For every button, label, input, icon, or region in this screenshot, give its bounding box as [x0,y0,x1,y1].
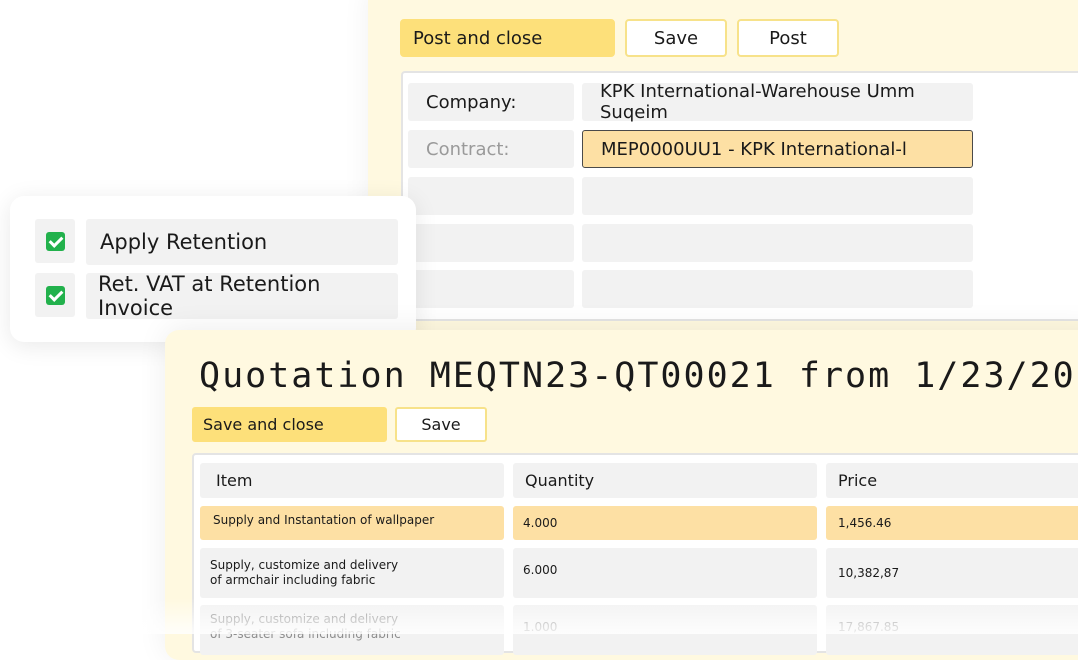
item-text-line2: of armchair including fabric [210,573,376,587]
post-and-close-button[interactable]: Post and close [400,19,615,57]
empty-label-cell [408,270,574,308]
company-label: Company: [408,83,574,121]
checkbox-checked-icon [45,285,65,305]
table-cell-price[interactable]: 10,382,87 [826,548,1078,598]
apply-retention-label: Apply Retention [86,219,398,265]
column-header-price[interactable]: Price [826,463,1078,498]
page-title: Quotation MEQTN23-QT00021 from 1/23/2024 [199,356,1078,396]
empty-label-cell [408,224,574,262]
item-text-line1: Supply, customize and delivery [210,558,399,572]
table-cell-price[interactable]: 1,456.46 [826,506,1078,540]
retention-options-card [10,196,416,342]
column-header-quantity[interactable]: Quantity [513,463,817,498]
save-and-close-button[interactable]: Save and close [192,407,387,442]
ret-vat-label: Ret. VAT at Retention Invoice [86,272,398,320]
table-cell-quantity[interactable]: 6.000 [513,548,817,598]
empty-field[interactable] [582,224,973,262]
table-cell-quantity[interactable]: 1.000 [513,605,817,655]
apply-retention-checkbox[interactable] [35,219,75,263]
table-cell-item[interactable]: Supply and Instantation of wallpaper [200,506,504,540]
save-button[interactable]: Save [395,407,487,442]
save-button[interactable]: Save [625,19,727,57]
contract-field[interactable]: MEP0000UU1 - KPK International-l [582,130,973,168]
empty-field[interactable] [582,270,973,308]
table-cell-quantity[interactable]: 4.000 [513,506,817,540]
column-header-item[interactable]: Item [200,463,504,498]
table-cell-item[interactable]: Supply, customize and delivery of 3-seat… [200,605,504,655]
checkbox-checked-icon [45,231,65,251]
empty-label-cell [408,177,574,215]
post-button[interactable]: Post [737,19,839,57]
contract-label: Contract: [408,130,574,168]
item-text-line1: Supply, customize and delivery [210,612,399,626]
table-cell-price[interactable]: 17,867.85 [826,605,1078,655]
empty-field[interactable] [582,177,973,215]
item-text-line2: of 3-seater sofa including fabric [210,627,401,641]
ret-vat-checkbox[interactable] [35,273,75,317]
table-cell-item[interactable]: Supply, customize and delivery of armcha… [200,548,504,598]
company-field[interactable]: KPK International-Warehouse Umm Suqeim [582,81,973,123]
item-text: Supply and Instantation of wallpaper [213,513,435,527]
